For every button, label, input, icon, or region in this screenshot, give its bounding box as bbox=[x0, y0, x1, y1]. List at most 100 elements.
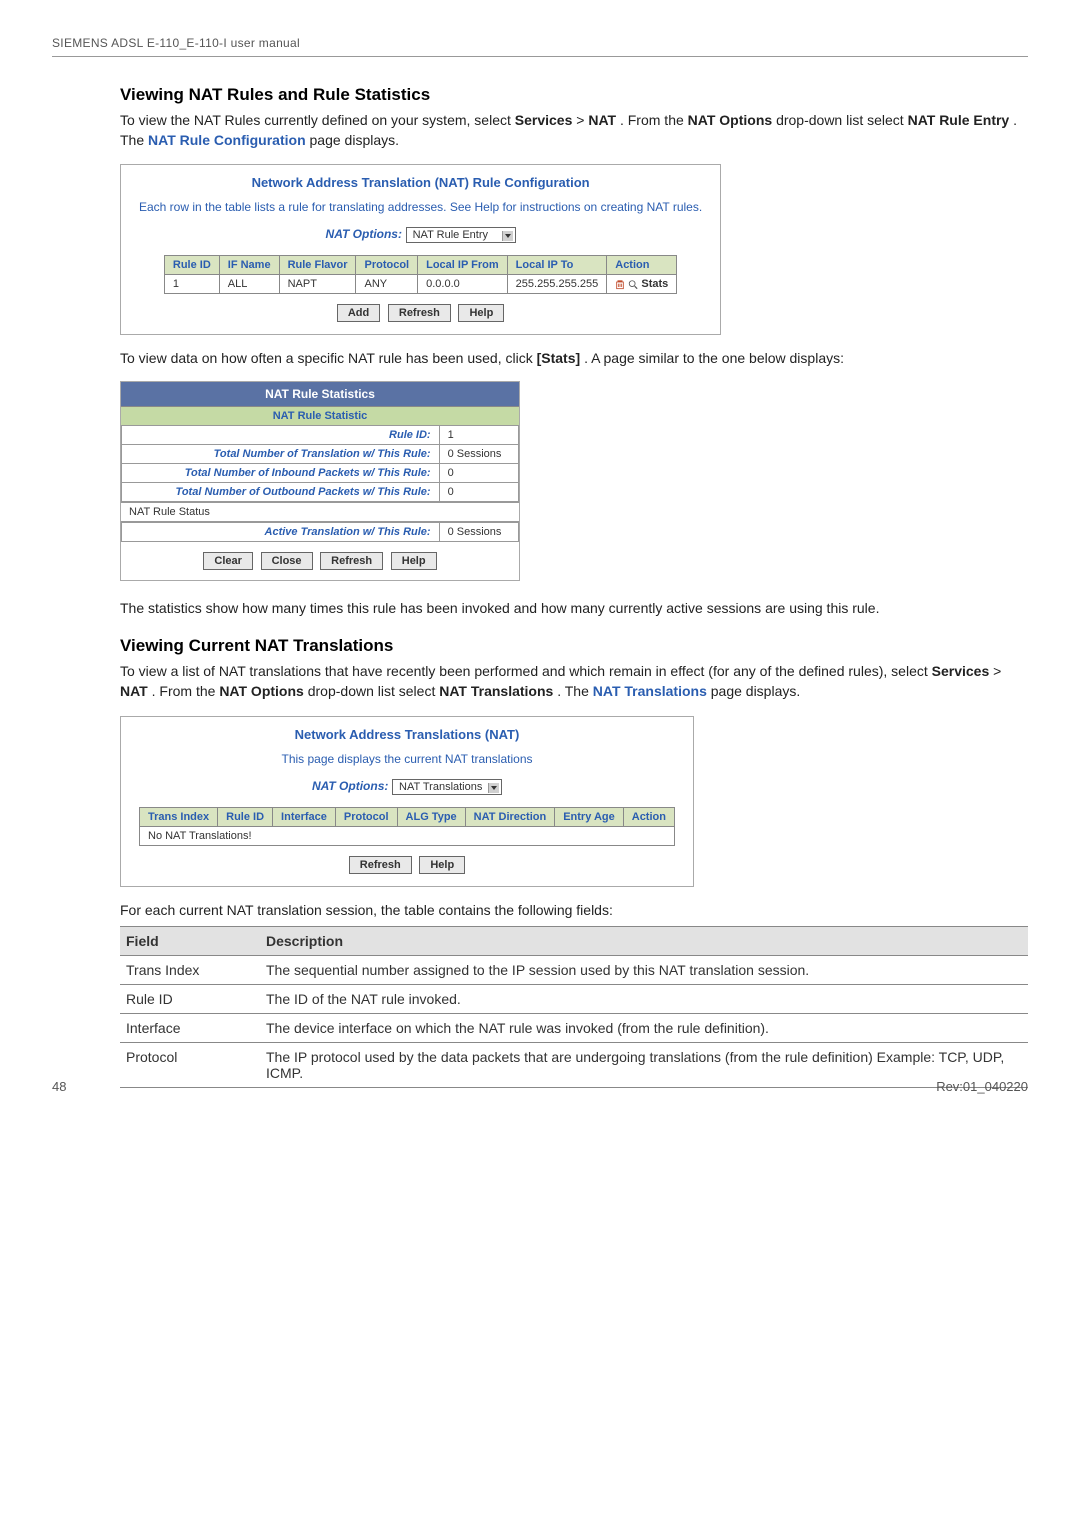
table-row: Rule IDThe ID of the NAT rule invoked. bbox=[120, 985, 1028, 1014]
table-row: Total Number of Translation w/ This Rule… bbox=[122, 444, 519, 463]
nat-rule-stats-panel: NAT Rule Statistics NAT Rule Statistic R… bbox=[120, 381, 520, 581]
help-button[interactable]: Help bbox=[458, 304, 504, 322]
refresh-button[interactable]: Refresh bbox=[388, 304, 451, 322]
text: To view a list of NAT translations that … bbox=[120, 663, 932, 679]
stats-status-section: NAT Rule Status bbox=[121, 502, 519, 522]
table-row: Active Translation w/ This Rule:0 Sessio… bbox=[122, 522, 519, 541]
clear-button[interactable]: Clear bbox=[203, 552, 253, 570]
panel3-buttons: Refresh Help bbox=[139, 856, 675, 874]
text-services: Services bbox=[515, 112, 573, 128]
text-nattranslations: NAT Translations bbox=[439, 683, 553, 699]
text: To view the NAT Rules currently defined … bbox=[120, 112, 515, 128]
stat-label: Active Translation w/ This Rule: bbox=[122, 522, 440, 541]
text-nat: NAT bbox=[120, 683, 148, 699]
trash-icon[interactable] bbox=[615, 278, 628, 290]
section1c-para: The statistics show how many times this … bbox=[120, 599, 1028, 619]
text-ruleentry: NAT Rule Entry bbox=[908, 112, 1010, 128]
section2-para: To view a list of NAT translations that … bbox=[120, 662, 1028, 701]
section2-title: Viewing Current NAT Translations bbox=[120, 636, 1028, 656]
add-button[interactable]: Add bbox=[337, 304, 380, 322]
text-services: Services bbox=[932, 663, 990, 679]
cell-ifname: ALL bbox=[219, 275, 279, 294]
nat-options-dropdown[interactable]: NAT Rule Entry bbox=[406, 227, 516, 243]
header-description: Description bbox=[260, 927, 1028, 956]
col-ruleflavor: Rule Flavor bbox=[279, 256, 356, 275]
nat-rule-config-panel: Network Address Translation (NAT) Rule C… bbox=[120, 164, 721, 335]
help-button[interactable]: Help bbox=[419, 856, 465, 874]
text: page displays. bbox=[310, 132, 400, 148]
stats-subtitle: NAT Rule Statistic bbox=[121, 406, 519, 425]
cell-action: Stats bbox=[607, 275, 677, 294]
table-row: Total Number of Inbound Packets w/ This … bbox=[122, 463, 519, 482]
translations-table: Trans Index Rule ID Interface Protocol A… bbox=[139, 807, 675, 846]
panel1-title: Network Address Translation (NAT) Rule C… bbox=[139, 175, 702, 190]
nat-translations-panel: Network Address Translations (NAT) This … bbox=[120, 716, 694, 887]
stat-label: Total Number of Translation w/ This Rule… bbox=[122, 444, 440, 463]
magnifier-icon[interactable] bbox=[628, 278, 641, 290]
ftable-caption: For each current NAT translation session… bbox=[120, 901, 1028, 921]
col-protocol: Protocol bbox=[356, 256, 418, 275]
col-action: Action bbox=[623, 807, 674, 826]
stat-label: Rule ID: bbox=[122, 425, 440, 444]
link-nat-translations[interactable]: NAT Translations bbox=[593, 683, 707, 699]
cell-from: 0.0.0.0 bbox=[418, 275, 508, 294]
text: To view data on how often a specific NAT… bbox=[120, 350, 537, 366]
panel3-title: Network Address Translations (NAT) bbox=[139, 727, 675, 742]
cell-ruleid: 1 bbox=[164, 275, 219, 294]
panel1-caption: Each row in the table lists a rule for t… bbox=[139, 200, 702, 214]
revision-label: Rev:01_040220 bbox=[936, 1079, 1028, 1094]
stat-value: 0 bbox=[439, 482, 518, 501]
page-footer: 48 Rev:01_040220 bbox=[52, 1079, 1028, 1094]
link-nat-rule-config[interactable]: NAT Rule Configuration bbox=[148, 132, 306, 148]
stat-value: 0 Sessions bbox=[439, 522, 518, 541]
table-row: Total Number of Outbound Packets w/ This… bbox=[122, 482, 519, 501]
empty-row: No NAT Translations! bbox=[140, 826, 675, 845]
page-number: 48 bbox=[52, 1079, 66, 1094]
table-row: No NAT Translations! bbox=[140, 826, 675, 845]
stats-link[interactable]: Stats bbox=[641, 278, 668, 290]
table-row: Rule ID:1 bbox=[122, 425, 519, 444]
panel3-caption: This page displays the current NAT trans… bbox=[139, 752, 675, 766]
text-natoptions: NAT Options bbox=[688, 112, 773, 128]
table-header-row: Field Description bbox=[120, 927, 1028, 956]
text: drop-down list select bbox=[776, 112, 908, 128]
nat-rules-table: Rule ID IF Name Rule Flavor Protocol Loc… bbox=[164, 255, 677, 294]
section1-para: To view the NAT Rules currently defined … bbox=[120, 111, 1028, 150]
table-row: 1 ALL NAPT ANY 0.0.0.0 255.255.255.255 bbox=[164, 275, 676, 294]
nat-options-label: NAT Options: bbox=[326, 227, 402, 241]
text: . A page similar to the one below displa… bbox=[584, 350, 844, 366]
col-algtype: ALG Type bbox=[397, 807, 465, 826]
field-desc: The ID of the NAT rule invoked. bbox=[260, 985, 1028, 1014]
stat-label: Total Number of Inbound Packets w/ This … bbox=[122, 463, 440, 482]
close-button[interactable]: Close bbox=[261, 552, 313, 570]
col-interface: Interface bbox=[273, 807, 336, 826]
stat-value: 0 bbox=[439, 463, 518, 482]
field-name: Interface bbox=[120, 1014, 260, 1043]
col-natdirection: NAT Direction bbox=[465, 807, 555, 826]
section1b-para: To view data on how often a specific NAT… bbox=[120, 349, 1028, 369]
stat-label: Total Number of Outbound Packets w/ This… bbox=[122, 482, 440, 501]
table-row: Trans IndexThe sequential number assigne… bbox=[120, 956, 1028, 985]
header-field: Field bbox=[120, 927, 260, 956]
col-action: Action bbox=[607, 256, 677, 275]
stats-buttons: Clear Close Refresh Help bbox=[121, 552, 519, 580]
refresh-button[interactable]: Refresh bbox=[349, 856, 412, 874]
cell-flavor: NAPT bbox=[279, 275, 356, 294]
field-desc: The sequential number assigned to the IP… bbox=[260, 956, 1028, 985]
field-name: Rule ID bbox=[120, 985, 260, 1014]
nat-options-label: NAT Options: bbox=[312, 779, 388, 793]
help-button[interactable]: Help bbox=[391, 552, 437, 570]
col-localipto: Local IP To bbox=[507, 256, 607, 275]
text: page displays. bbox=[711, 683, 801, 699]
text: > bbox=[993, 663, 1001, 679]
col-protocol: Protocol bbox=[335, 807, 397, 826]
text-natoptions: NAT Options bbox=[219, 683, 304, 699]
nat-options-dropdown[interactable]: NAT Translations bbox=[392, 779, 502, 795]
text: . From the bbox=[620, 112, 688, 128]
field-desc: The device interface on which the NAT ru… bbox=[260, 1014, 1028, 1043]
cell-to: 255.255.255.255 bbox=[507, 275, 607, 294]
text: > bbox=[576, 112, 588, 128]
cell-proto: ANY bbox=[356, 275, 418, 294]
col-ruleid: Rule ID bbox=[164, 256, 219, 275]
refresh-button[interactable]: Refresh bbox=[320, 552, 383, 570]
